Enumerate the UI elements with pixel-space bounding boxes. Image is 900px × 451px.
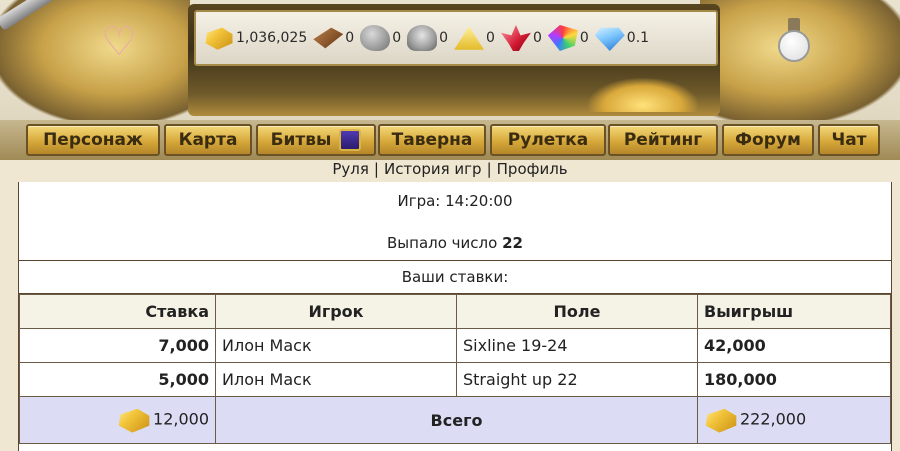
resource-value: 0 [439,30,449,46]
bets-table: Ставка Игрок Поле Выигрыш 7,000 Илон Мас… [19,294,891,444]
roulette-subnav: Руля | История игр | Профиль [0,160,900,182]
nav-label: Рулетка [507,130,589,150]
main-nav: Персонаж Карта Битвы Таверна Рулетка Рей… [0,120,900,160]
nav-roulette[interactable]: Рулетка [490,124,606,156]
header-field: Поле [456,294,698,329]
total-label: Всего [215,396,698,444]
table-row: 7,000 Илон Маск Sixline 19-24 42,000 [19,328,891,363]
resource-wood: 0 [313,25,354,51]
potion-icon[interactable] [774,16,814,64]
battle-badge-icon [339,129,362,151]
total-win-value: 222,000 [740,409,807,429]
nav-chat[interactable]: Чат [818,124,880,156]
gold-bars-icon [205,27,233,50]
sulfur-icon [454,26,485,50]
resource-bar: 1,036,025 0 0 0 0 0 0 0.1 [194,10,718,66]
gold-bars-icon [705,408,737,433]
resource-gold: 1,036,025 [204,25,307,51]
cell-field: Straight up 22 [456,362,698,397]
gold-bars-icon [118,408,150,433]
resource-value: 0 [486,30,495,46]
resource-iron: 0 [407,25,448,51]
gems-icon [547,25,578,51]
roulette-panel: Игра: 14:20:00 Выпало число 22 Ваши став… [18,182,892,451]
link-profile[interactable]: Профиль [497,160,568,178]
table-row: 5,000 Илон Маск Straight up 22 180,000 [19,362,891,397]
cell-win: 42,000 [697,328,891,363]
header-stake: Ставка [19,294,216,329]
game-time: Игра: 14:20:00 [397,192,513,210]
resource-value: 0 [345,30,355,46]
resource-value: 0 [579,30,589,46]
nav-label: Персонаж [43,130,143,150]
heart-icon[interactable]: ♡ [97,20,141,64]
nav-label: Форум [735,130,801,150]
resource-value: 0.1 [626,30,650,46]
cell-stake: 7,000 [19,328,216,363]
cell-field: Sixline 19-24 [456,328,698,363]
iron-ore-icon [407,25,438,51]
cell-stake: 5,000 [19,362,216,397]
resource-stone: 0 [360,25,401,51]
separator: | [486,160,492,178]
nav-rating[interactable]: Рейтинг [608,124,718,156]
table-header-row: Ставка Игрок Поле Выигрыш [19,294,891,329]
resource-value: 0 [532,30,542,46]
game-info: Игра: 14:20:00 Выпало число 22 [19,182,891,260]
cell-player: Илон Маск [215,362,457,397]
resource-value: 0 [392,30,402,46]
separator: | [373,160,379,178]
stone-icon [360,25,391,51]
resource-crystal: 0 [500,25,542,51]
wood-logs-icon [313,27,344,49]
game-result: Выпало число 22 [19,234,891,252]
bets-title: Ваши ставки: [401,268,509,286]
total-stake-value: 12,000 [153,409,209,429]
nav-character[interactable]: Персонаж [26,124,160,156]
nav-label: Карта [178,130,238,150]
nav-label: Рейтинг [623,130,703,150]
nav-label: Битвы [270,130,332,150]
link-roulette[interactable]: Руля [332,160,369,178]
link-game-history[interactable]: История игр [384,160,482,178]
nav-label: Таверна [391,130,473,150]
result-number: 22 [502,234,523,252]
table-total-row: 12,000 Всего 222,000 [19,396,891,444]
total-win: 222,000 [697,396,891,444]
nav-forum[interactable]: Форум [722,124,814,156]
nav-label: Чат [831,130,867,150]
nav-tavern[interactable]: Таверна [378,124,486,156]
header-player: Игрок [215,294,457,329]
red-crystal-icon [500,25,531,51]
cell-win: 180,000 [697,362,891,397]
diamond-icon [594,27,625,51]
nav-battles[interactable]: Битвы [256,124,376,156]
gold-pile-icon [588,78,698,112]
resource-value: 1,036,025 [236,30,308,46]
ornament-left [0,0,190,120]
cell-player: Илон Маск [215,328,457,363]
result-prefix: Выпало число [387,234,498,252]
header-win: Выигрыш [697,294,891,329]
resource-sulfur: 0 [454,25,495,51]
resource-gems: 0 [547,25,589,51]
total-stake: 12,000 [19,396,216,444]
resource-diamonds: 0.1 [594,25,650,51]
nav-map[interactable]: Карта [164,124,252,156]
